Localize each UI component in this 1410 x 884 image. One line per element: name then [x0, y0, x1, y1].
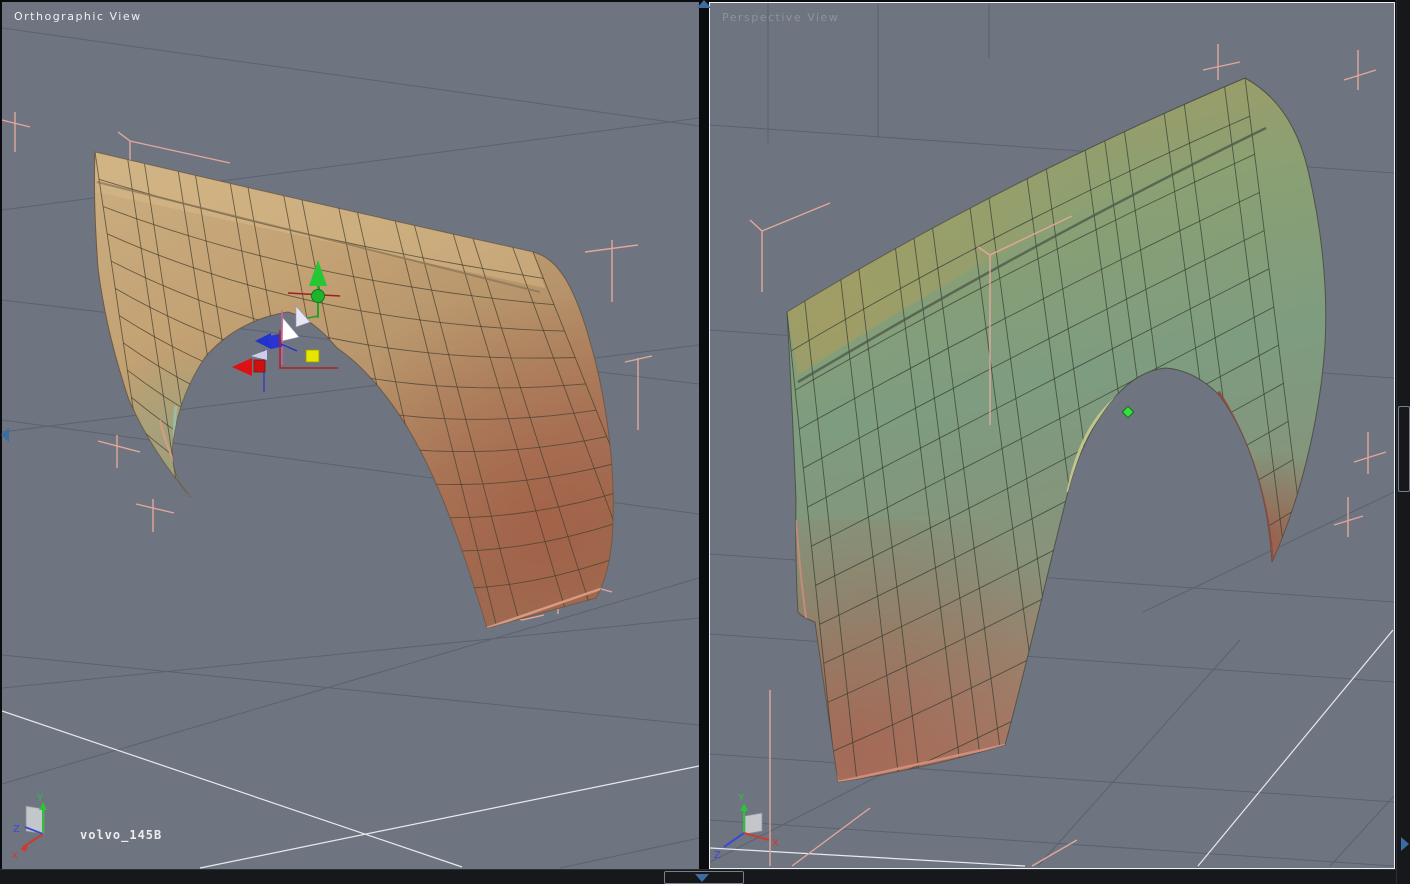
grid-axis-lines	[710, 629, 1394, 867]
fender-surface-perspective[interactable]	[740, 77, 1360, 868]
collapse-left-arrow-icon[interactable]	[1, 428, 9, 442]
axis-indicator-orthographic: Y Z x	[12, 793, 47, 861]
fender-rose-shading-arch	[1180, 430, 1326, 610]
pane-resize-handle-horizontal[interactable]	[664, 871, 744, 884]
pane-resize-handle-vertical[interactable]	[1398, 406, 1410, 851]
collapse-up-arrow-icon[interactable]	[697, 0, 711, 8]
right-scroll-strip[interactable]	[1396, 0, 1410, 884]
grid-axis-lines	[2, 710, 699, 869]
y-axis-ball[interactable]	[311, 289, 325, 303]
collapse-right-arrow-icon[interactable]	[1401, 837, 1409, 851]
z-axis-label: Z	[714, 850, 721, 861]
y-axis-gizmo-arrow	[740, 803, 748, 811]
axis-gizmo-plane	[25, 805, 45, 835]
axis-gizmo-plane	[744, 812, 763, 835]
model-name-label: volvo_145B	[80, 828, 163, 842]
x-axis-label: x	[12, 850, 18, 861]
plane-handle-small[interactable]	[251, 350, 267, 360]
y-axis-label: Y	[36, 793, 44, 804]
pane-divider[interactable]	[699, 2, 709, 869]
modeling-workspace: Y Z x Orthographic View volvo_145B Y Z X…	[0, 0, 1410, 884]
viewport-title-perspective: Perspective View	[722, 11, 840, 24]
viewport-title-orthographic: Orthographic View	[14, 10, 142, 23]
x-axis-label: X	[772, 838, 779, 849]
bottom-scroll-strip[interactable]	[0, 869, 1410, 884]
free-move-box[interactable]	[305, 349, 320, 363]
viewport-perspective[interactable]: Y Z X Perspective View	[709, 2, 1395, 869]
viewport-orthographic[interactable]: Y Z x Orthographic View volvo_145B	[2, 2, 700, 869]
selected-cv-point[interactable]	[1121, 405, 1135, 419]
x-axis-box[interactable]	[253, 359, 266, 373]
y-axis-label: Y	[737, 793, 745, 804]
z-axis-label: Z	[13, 824, 20, 835]
perspective-scene: Y Z X	[710, 3, 1394, 868]
fender-surface-orthographic[interactable]	[90, 151, 699, 724]
z-axis-arrow[interactable]	[255, 333, 271, 349]
collapse-down-arrow-icon[interactable]	[695, 874, 709, 882]
x-axis-arrow[interactable]	[232, 358, 252, 376]
orthographic-scene: Y Z x	[2, 27, 699, 869]
